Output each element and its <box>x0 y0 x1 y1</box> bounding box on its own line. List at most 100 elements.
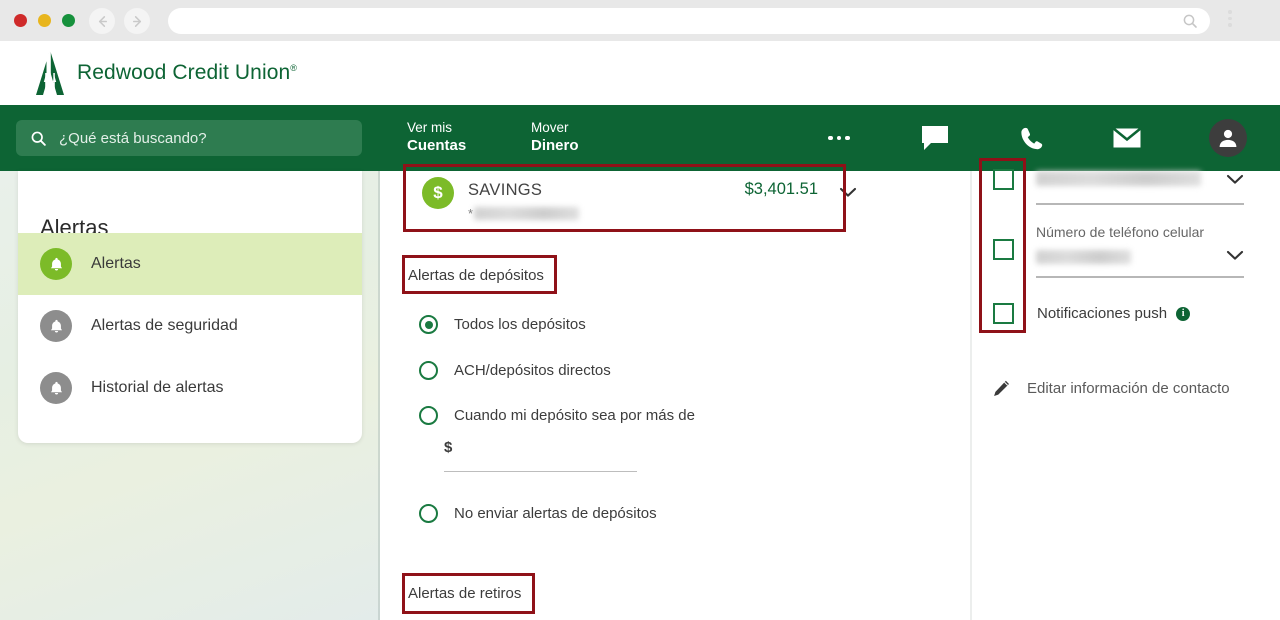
mobile-phone-channel-expand[interactable] <box>1226 248 1244 266</box>
nav-accounts-line1: Ver mis <box>407 120 453 135</box>
sidebar-item-label: Historial de alertas <box>91 379 224 396</box>
deposit-option-threshold[interactable]: Cuando mi depósito sea por más de <box>419 406 695 425</box>
email-channel-field[interactable] <box>1036 171 1244 205</box>
nav-more-button[interactable] <box>815 105 863 171</box>
edit-contact-info-label: Editar información de contacto <box>1027 380 1230 397</box>
account-number-masked: * <box>468 206 580 221</box>
phone-field-underline <box>1036 276 1244 278</box>
radio-icon <box>419 504 438 523</box>
window-maximize-button[interactable] <box>62 14 75 27</box>
account-number-blur <box>474 207 580 220</box>
account-expand-button[interactable] <box>839 185 857 203</box>
edit-contact-info-link[interactable]: Editar información de contacto <box>992 379 1230 398</box>
deposit-option-all[interactable]: Todos los depósitos <box>419 315 586 334</box>
chevron-down-icon <box>1226 174 1244 184</box>
brand-trademark: ® <box>290 63 298 73</box>
email-field-underline <box>1036 203 1244 205</box>
brand-name: Redwood Credit Union® <box>77 61 298 84</box>
arrow-right-icon <box>132 15 141 27</box>
deposit-option-label: Todos los depósitos <box>454 316 586 333</box>
push-notifications-row: Notificaciones push i <box>1037 305 1191 322</box>
bell-icon <box>40 372 72 404</box>
chat-icon <box>922 126 948 150</box>
checkbox-icon <box>993 169 1014 190</box>
arrow-left-icon <box>98 15 107 27</box>
site-search-box[interactable]: ¿Qué está buscando? <box>16 120 362 156</box>
mobile-phone-channel-checkbox[interactable] <box>993 239 1014 260</box>
browser-back-button[interactable] <box>89 8 115 34</box>
nav-mail-button[interactable] <box>1103 105 1151 171</box>
alerts-menu-card: Alertas Alertas Alertas de seguridad His… <box>18 171 362 443</box>
deposit-option-none[interactable]: No enviar alertas de depósitos <box>419 504 657 523</box>
more-icon <box>828 135 850 141</box>
app-window: Redwood Credit Union® ¿Qué está buscando… <box>0 0 1280 620</box>
mail-icon <box>1112 127 1142 148</box>
search-icon <box>1183 14 1197 28</box>
account-name: SAVINGS <box>468 181 543 199</box>
brand-logo-link[interactable]: Redwood Credit Union® <box>33 49 297 97</box>
redwood-tree-logo <box>36 50 64 95</box>
withdrawals-section-heading: Alertas de retiros <box>408 585 522 602</box>
nav-phone-button[interactable] <box>1007 105 1055 171</box>
deposit-threshold-amount-field[interactable]: $ <box>444 439 637 472</box>
email-channel-checkbox[interactable] <box>993 169 1014 190</box>
contact-channels-panel: Número de teléfono celular Notificacione… <box>970 169 1280 620</box>
sidebar-item-alertas[interactable]: Alertas <box>18 233 362 295</box>
window-close-button[interactable] <box>14 14 27 27</box>
deposit-option-label: No enviar alertas de depósitos <box>454 505 657 522</box>
deposit-option-label: Cuando mi depósito sea por más de <box>454 407 695 424</box>
browser-chrome <box>0 0 1280 41</box>
radio-selected-icon <box>419 315 438 334</box>
nav-accounts-line2: Cuentas <box>407 136 467 154</box>
dollar-circle-icon: $ <box>422 177 454 209</box>
currency-prefix: $ <box>444 439 453 456</box>
browser-address-bar[interactable] <box>168 8 1210 34</box>
email-value-blur <box>1036 171 1201 186</box>
window-traffic-lights <box>14 14 75 27</box>
pencil-icon <box>994 380 1010 397</box>
mobile-phone-channel-field[interactable]: Número de teléfono celular <box>1036 224 1244 278</box>
sidebar-item-label: Alertas de seguridad <box>91 317 238 334</box>
email-channel-expand[interactable] <box>1226 172 1244 190</box>
radio-icon <box>419 406 438 425</box>
checkbox-icon <box>993 239 1014 260</box>
deposits-section-heading: Alertas de depósitos <box>408 267 544 284</box>
bell-icon <box>40 248 72 280</box>
deposit-option-label: ACH/depósitos directos <box>454 362 611 379</box>
window-minimize-button[interactable] <box>38 14 51 27</box>
main-content-panel: $ SAVINGS * $3,401.51 Alertas de depósit… <box>380 171 970 620</box>
checkbox-icon <box>993 303 1014 324</box>
search-icon <box>31 131 46 146</box>
bell-icon <box>40 310 72 342</box>
nav-money-line1: Mover <box>531 120 569 135</box>
sidebar-item-label: Alertas <box>91 255 141 272</box>
browser-forward-button[interactable] <box>124 8 150 34</box>
nav-item-view-accounts[interactable]: Ver mis Cuentas <box>407 120 466 156</box>
kebab-menu-icon <box>1228 10 1232 14</box>
chevron-down-icon <box>839 187 857 197</box>
phone-icon <box>1020 127 1042 149</box>
account-avatar-icon <box>1209 119 1247 157</box>
push-notifications-checkbox[interactable] <box>993 303 1014 324</box>
phone-value-blur <box>1036 250 1131 264</box>
sidebar-panel: Alertas Alertas Alertas de seguridad His… <box>0 171 380 620</box>
sidebar-item-alertas-de-seguridad[interactable]: Alertas de seguridad <box>18 295 362 357</box>
nav-account-button[interactable] <box>1204 105 1252 171</box>
deposit-option-ach[interactable]: ACH/depósitos directos <box>419 361 611 380</box>
amount-field-underline <box>444 471 637 472</box>
nav-chat-button[interactable] <box>911 105 959 171</box>
account-balance: $3,401.51 <box>744 180 818 198</box>
info-icon[interactable]: i <box>1176 306 1191 321</box>
browser-menu-button[interactable] <box>1228 10 1232 27</box>
mobile-phone-label: Número de teléfono celular <box>1036 224 1205 240</box>
account-mask-prefix: * <box>468 206 474 221</box>
push-notifications-label: Notificaciones push <box>1037 305 1168 322</box>
nav-money-line2: Dinero <box>531 136 579 154</box>
brand-header: Redwood Credit Union® <box>0 41 1280 105</box>
nav-item-move-money[interactable]: Mover Dinero <box>531 120 579 156</box>
sidebar-item-historial-de-alertas[interactable]: Historial de alertas <box>18 357 362 419</box>
savings-account-row[interactable]: $ SAVINGS * $3,401.51 <box>403 173 857 229</box>
site-search-placeholder: ¿Qué está buscando? <box>59 129 207 147</box>
chevron-down-icon <box>1226 250 1244 260</box>
radio-icon <box>419 361 438 380</box>
